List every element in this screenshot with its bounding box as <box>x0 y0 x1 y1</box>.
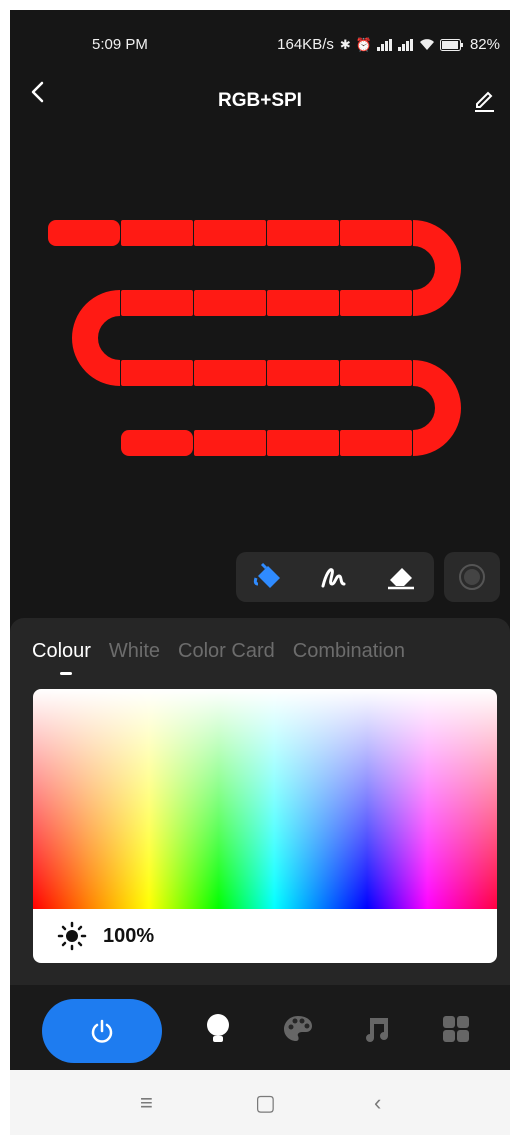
bulb-icon <box>207 1014 229 1042</box>
led-segment <box>340 430 412 456</box>
nav-grid[interactable] <box>438 1011 474 1047</box>
paint-bucket-tool[interactable] <box>249 557 289 597</box>
menu-key[interactable]: ≡ <box>140 1090 153 1116</box>
led-segment <box>340 290 412 316</box>
status-right: 164KB/s ✱ ⏰ 82% <box>277 36 500 53</box>
led-segment <box>267 360 339 386</box>
signal-icon <box>397 38 413 51</box>
header: RGB+SPI <box>10 70 510 114</box>
page-title: RGB+SPI <box>218 90 302 111</box>
signal-icon <box>376 38 392 51</box>
led-curve <box>412 360 461 456</box>
led-segment <box>267 430 339 456</box>
led-segment <box>48 220 120 246</box>
led-curve <box>72 290 121 386</box>
led-segment <box>121 220 193 246</box>
system-nav-bar: ≡ ▢ ‹ <box>10 1070 510 1135</box>
alarm-icon: ⏰ <box>355 36 372 52</box>
nav-palette[interactable] <box>280 1011 316 1047</box>
wifi-icon <box>419 38 434 50</box>
led-segment <box>121 430 193 456</box>
led-segment <box>194 360 266 386</box>
drawing-toolbar <box>236 552 434 602</box>
led-strip-preview[interactable] <box>10 150 510 540</box>
led-segment <box>121 360 193 386</box>
status-icons: ✱ ⏰ <box>340 37 464 53</box>
led-segment <box>194 430 266 456</box>
power-button[interactable] <box>42 999 162 1063</box>
color-picker[interactable] <box>33 689 497 909</box>
status-bar: 5:09 PM 164KB/s ✱ ⏰ 82% <box>10 10 510 58</box>
tab-white[interactable]: White <box>109 640 160 663</box>
led-curve <box>412 220 461 316</box>
tab-combination[interactable]: Combination <box>293 640 405 663</box>
grid-icon <box>443 1016 469 1042</box>
bottom-nav <box>10 985 510 1075</box>
network-speed: 164KB/s <box>277 36 334 53</box>
led-strip-svg[interactable] <box>10 150 510 540</box>
record-button[interactable] <box>444 552 500 602</box>
brush-icon <box>321 568 346 588</box>
led-segment <box>267 220 339 246</box>
paint-bucket-icon <box>253 562 280 588</box>
status-time: 5:09 PM <box>92 36 148 53</box>
music-icon <box>366 1018 388 1042</box>
tab-color-card[interactable]: Color Card <box>178 640 275 663</box>
brush-tool[interactable] <box>315 557 355 597</box>
led-segment <box>267 290 339 316</box>
color-panel: Colour White Color Card Combination 100% <box>10 618 510 998</box>
battery-icon <box>439 38 463 51</box>
power-icon <box>91 1019 113 1043</box>
bluetooth-icon: ✱ <box>339 36 351 52</box>
eraser-icon <box>388 568 414 590</box>
eraser-tool[interactable] <box>381 557 421 597</box>
mode-tabs: Colour White Color Card Combination <box>32 640 405 675</box>
led-segment <box>121 290 193 316</box>
palette-icon <box>284 1016 312 1041</box>
led-segment <box>340 360 412 386</box>
record-icon <box>459 564 485 590</box>
pencil-icon <box>475 91 494 112</box>
home-key[interactable]: ▢ <box>255 1090 276 1116</box>
brightness-value: 100% <box>103 924 155 947</box>
app-screen: 5:09 PM 164KB/s ✱ ⏰ 82% RGB+SPI Colour W… <box>10 10 510 1135</box>
nav-music[interactable] <box>360 1011 396 1047</box>
led-segment <box>194 290 266 316</box>
edit-button[interactable] <box>472 88 496 112</box>
led-segment <box>194 220 266 246</box>
battery-percent: 82% <box>469 36 500 53</box>
sun-icon <box>57 921 87 951</box>
back-key[interactable]: ‹ <box>374 1090 381 1116</box>
tab-colour[interactable]: Colour <box>32 640 91 675</box>
nav-bulb[interactable] <box>200 1011 236 1047</box>
brightness-bar[interactable]: 100% <box>33 909 497 963</box>
led-segment <box>340 220 412 246</box>
